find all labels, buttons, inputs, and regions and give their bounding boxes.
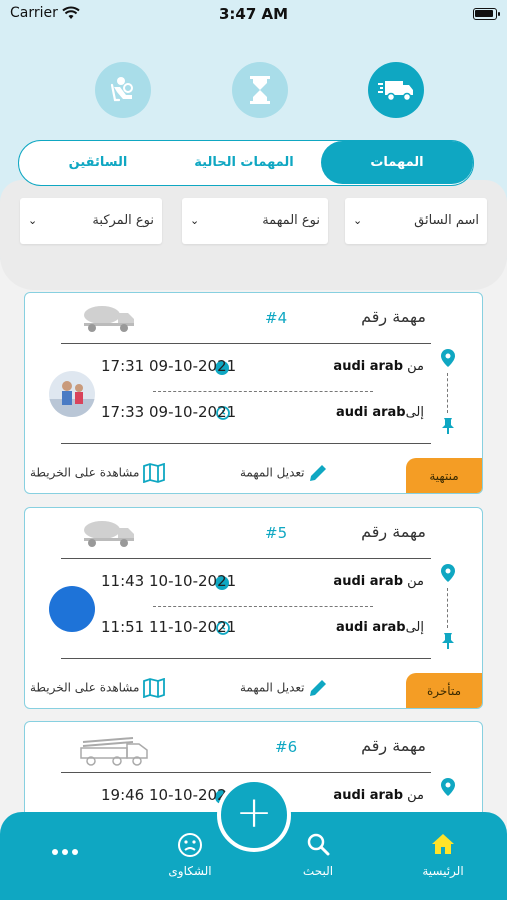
task-card[interactable]: #5 مهمة رقم من audi arab 11:43 10-10-202… <box>24 507 483 709</box>
search-icon <box>307 833 330 856</box>
to-label: إلىaudi arab <box>336 620 424 635</box>
divider <box>61 343 431 344</box>
header: السائقين المهمات الحالية المهمات ⌄ نوع ا… <box>0 30 507 290</box>
pushpin-icon <box>442 418 454 434</box>
nav-home-label: الرئيسية <box>422 864 464 878</box>
vehicle-type-dropdown[interactable]: ⌄ نوع المركبة <box>20 198 162 244</box>
chevron-down-icon: ⌄ <box>190 214 200 227</box>
view-on-map-button[interactable]: مشاهدة على الخريطة <box>30 462 166 484</box>
nav-search-label: البحث <box>302 864 334 878</box>
location-pin-icon <box>441 349 455 367</box>
location-pin-icon <box>441 778 455 796</box>
task-title: مهمة رقم <box>361 736 426 755</box>
status-badge: منتهية <box>406 458 482 493</box>
driver-photo <box>49 371 95 417</box>
from-label: من audi arab <box>333 359 424 374</box>
edit-task-button[interactable]: تعديل المهمة <box>240 678 328 698</box>
task-card[interactable]: #4 مهمة رقم من audi arab 17:31 09-10-202… <box>24 292 483 494</box>
end-time: 17:33 09-10-2021 <box>101 403 237 421</box>
task-number: #6 <box>275 738 298 756</box>
delivery-truck-icon[interactable] <box>368 62 424 118</box>
task-number: #5 <box>265 524 288 542</box>
status-badge: متأخرة <box>406 673 482 708</box>
add-task-button[interactable]: + <box>217 778 291 852</box>
pump-truck-icon <box>80 737 148 766</box>
task-number: #4 <box>265 309 288 327</box>
vehicle-type-label: نوع المركبة <box>92 213 154 228</box>
battery-icon <box>473 8 500 20</box>
task-title: مهمة رقم <box>361 522 426 541</box>
start-time: 11:43 10-10-2021 <box>101 572 237 590</box>
map-icon <box>143 462 166 484</box>
from-value: audi arab <box>333 359 403 374</box>
chevron-down-icon: ⌄ <box>353 214 363 227</box>
from-label: من audi arab <box>333 788 424 803</box>
status-bar: Carrier 3:47 AM <box>0 0 507 30</box>
sad-face-icon <box>178 833 202 857</box>
divider <box>61 658 431 659</box>
tab-drivers[interactable]: السائقين <box>23 141 173 184</box>
end-time: 11:51 11-10-2021 <box>101 618 237 636</box>
to-value: audi arab <box>336 405 406 420</box>
map-icon <box>143 677 166 699</box>
task-type-dropdown[interactable]: ⌄ نوع المهمة <box>182 198 328 244</box>
task-type-label: نوع المهمة <box>262 213 320 228</box>
from-value: audi arab <box>333 788 403 803</box>
driver-name-dropdown[interactable]: ⌄ اسم السائق <box>345 198 487 244</box>
tab-tasks[interactable]: المهمات <box>321 141 473 184</box>
pencil-icon <box>310 465 327 481</box>
chevron-down-icon: ⌄ <box>28 214 38 227</box>
tab-current-tasks[interactable]: المهمات الحالية <box>169 141 319 184</box>
clock-time: 3:47 AM <box>218 5 289 23</box>
nav-complaints-label: الشكاوى <box>168 864 212 878</box>
more-icon <box>52 849 78 855</box>
task-title: مهمة رقم <box>361 307 426 326</box>
pushpin-icon <box>442 633 454 649</box>
hourglass-icon[interactable] <box>232 62 288 118</box>
plus-icon: + <box>235 787 273 838</box>
start-time: 19:46 10-10-2021 <box>101 786 237 804</box>
route-line <box>447 588 448 628</box>
route-line <box>447 373 448 413</box>
driver-photo <box>49 586 95 632</box>
driver-name-label: اسم السائق <box>414 213 479 228</box>
driver-seat-icon[interactable] <box>95 62 151 118</box>
edit-task-button[interactable]: تعديل المهمة <box>240 463 328 483</box>
view-on-map-button[interactable]: مشاهدة على الخريطة <box>30 677 166 699</box>
home-icon <box>432 834 454 854</box>
from-value: audi arab <box>333 574 403 589</box>
to-value: audi arab <box>336 620 406 635</box>
time-divider <box>153 606 373 607</box>
cement-truck-icon <box>84 521 134 547</box>
pencil-icon <box>310 680 327 696</box>
start-time: 17:31 09-10-2021 <box>101 357 237 375</box>
location-pin-icon <box>441 564 455 582</box>
task-tabs: السائقين المهمات الحالية المهمات <box>18 140 474 186</box>
nav-home[interactable]: الرئيسية <box>398 812 488 878</box>
to-label: إلىaudi arab <box>336 405 424 420</box>
time-divider <box>153 391 373 392</box>
cement-truck-icon <box>84 306 134 332</box>
divider <box>61 558 431 559</box>
divider <box>61 772 431 773</box>
nav-more[interactable] <box>20 812 110 860</box>
divider <box>61 443 431 444</box>
from-label: من audi arab <box>333 574 424 589</box>
